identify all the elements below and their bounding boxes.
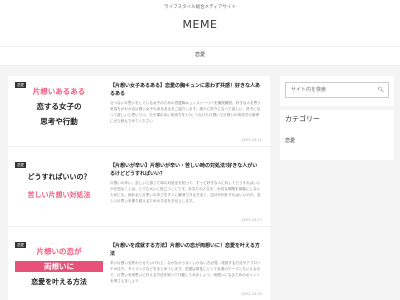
search-input[interactable] — [285, 82, 389, 98]
thumbnail-text: 苦しい片想い対処法 — [27, 191, 91, 199]
nav-item-romance[interactable]: 恋愛 — [0, 51, 400, 58]
post-snippet: 辛い片想いを終わらせたいけれど、なかなかうまくいかない方必見。成就する方法やアプ… — [110, 261, 261, 283]
post-card[interactable]: 片想いの恋が 両想いに 恋愛を叶える方法 恋愛 【片想いを成就する方法】片想いの… — [8, 236, 270, 300]
category-badge: 恋愛 — [15, 242, 26, 248]
category-link-romance[interactable]: 恋愛 — [285, 137, 295, 144]
search-widget: 🔍︎ — [280, 76, 394, 106]
post-card[interactable]: 片想いあるある 恋する女子の 思考や行動 恋愛 【片想い女子あるある】恋愛の胸キ… — [8, 76, 270, 147]
post-title[interactable]: 【片想いが辛い】片想いが辛い・苦しい時の対処法!好きな人がいるけどどうすればいい… — [110, 162, 262, 178]
category-badge: 恋愛 — [15, 82, 26, 88]
thumbnail-text: 恋愛を叶える方法 — [31, 278, 87, 286]
site-tagline: ライフスタイル総合メディアサイト — [164, 5, 236, 10]
thumbnail-text: 恋する女子の — [36, 102, 82, 111]
post-list: 片想いあるある 恋する女子の 思考や行動 恋愛 【片想い女子あるある】恋愛の胸キ… — [8, 76, 270, 300]
global-nav: 恋愛 — [0, 46, 400, 66]
post-date: 2022.10.22 — [241, 138, 262, 142]
post-date: 2022.10.15 — [241, 292, 262, 296]
post-snippet: せつない片思いをしている女子のための恋愛胸キュンストーリーを徹底解説。好きな人を… — [110, 101, 261, 123]
site-header: ライフスタイル総合メディアサイト MEME — [0, 0, 400, 46]
category-widget: カテゴリー 恋愛 — [280, 110, 394, 160]
search-icon[interactable]: 🔍︎ — [378, 87, 384, 93]
post-title[interactable]: 【片想いを成就する方法】片想いの恋が両想いに！恋愛を叶える方法 — [110, 242, 262, 258]
post-card[interactable]: どうすればいいの？ 苦しい片想い対処法 恋愛 【片想いが辛い】片想いが辛い・苦し… — [8, 156, 270, 227]
post-title[interactable]: 【片想い女子あるある】恋愛の胸キュンに思わず共感！好きな人あるある — [110, 82, 262, 98]
site-logo[interactable]: MEME — [0, 18, 400, 31]
thumbnail-text: どうすればいいの？ — [27, 173, 91, 181]
thumbnail-text: 片想いの恋が — [36, 247, 82, 256]
category-heading: カテゴリー — [285, 115, 320, 123]
thumbnail-text: 両想いに — [15, 261, 103, 272]
post-snippet: 片想いの辛い、苦しいと感じた時の対処法を知って、ずっと好きな人に対してどうすれば… — [110, 181, 261, 203]
post-thumbnail[interactable]: 片想いあるある 恋する女子の 思考や行動 恋愛 — [15, 82, 103, 132]
post-date: 2022.10.17 — [241, 218, 262, 222]
post-thumbnail[interactable]: どうすればいいの？ 苦しい片想い対処法 恋愛 — [15, 162, 103, 212]
category-badge: 恋愛 — [15, 162, 26, 168]
thumbnail-text: 片想いあるある — [32, 87, 86, 96]
post-thumbnail[interactable]: 片想いの恋が 両想いに 恋愛を叶える方法 恋愛 — [15, 242, 103, 292]
thumbnail-text: 思考や行動 — [40, 117, 78, 126]
